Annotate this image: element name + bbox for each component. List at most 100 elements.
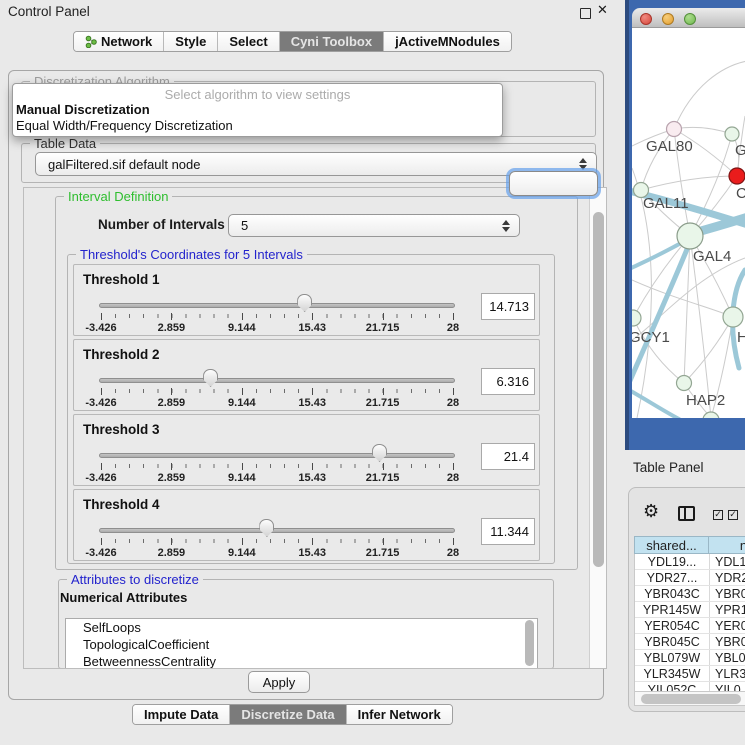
- scrollbar-thumb[interactable]: [593, 212, 604, 567]
- list-item[interactable]: SelfLoops: [66, 619, 537, 636]
- close-panel-icon[interactable]: ✕: [597, 3, 608, 18]
- tick-label: -3.426: [73, 547, 129, 559]
- tab-style[interactable]: Style: [164, 32, 218, 51]
- network-view[interactable]: GAL80 G C GAL11 GAL4 GCY1 H HAP2: [632, 28, 745, 418]
- major-tick: [242, 538, 243, 545]
- major-tick: [312, 313, 313, 320]
- table-row[interactable]: YPR145WYPR1: [635, 602, 745, 618]
- major-tick: [171, 313, 172, 320]
- number-of-intervals-combo[interactable]: 5: [228, 214, 520, 237]
- dropdown-option-equal-width[interactable]: Equal Width/Frequency Discretization: [13, 118, 502, 134]
- table-cell: YER054C: [635, 618, 710, 633]
- network-node-gal80[interactable]: [667, 122, 682, 137]
- gear-icon[interactable]: ⚙: [643, 503, 659, 521]
- list-item[interactable]: TopologicalCoefficient: [66, 636, 537, 653]
- tab-cyni-toolbox[interactable]: Cyni Toolbox: [280, 32, 384, 51]
- tab-impute-data[interactable]: Impute Data: [133, 705, 230, 724]
- network-node-gcy1[interactable]: [632, 310, 641, 326]
- tab-label: Cyni Toolbox: [291, 34, 372, 49]
- network-node-hap2[interactable]: [677, 376, 692, 391]
- network-node-h[interactable]: [723, 307, 743, 327]
- table-row[interactable]: YBR043CYBR0: [635, 586, 745, 602]
- tick-label: 15.43: [284, 472, 340, 484]
- table-cell: YBL079W: [635, 650, 710, 665]
- slider-track[interactable]: [99, 453, 455, 458]
- table-cell: YIL052C: [635, 682, 710, 691]
- table-cell: YDL19...: [635, 554, 710, 569]
- table-row[interactable]: YIL052CYIL0: [635, 682, 745, 691]
- apply-button[interactable]: Apply: [248, 671, 310, 693]
- table-row[interactable]: YER054CYER0: [635, 618, 745, 634]
- list-item[interactable]: BetweennessCentrality: [66, 653, 537, 669]
- table-row[interactable]: YBL079WYBL0: [635, 650, 745, 666]
- group-title: Threshold's Coordinates for 5 Intervals: [76, 247, 307, 262]
- control-panel-titlebar: Control Panel ✕: [0, 0, 612, 24]
- major-tick: [101, 463, 102, 470]
- network-node-gal4[interactable]: [677, 223, 703, 249]
- tab-network[interactable]: Network: [74, 32, 164, 51]
- major-tick: [101, 538, 102, 545]
- table-cell: YBL0: [710, 650, 745, 665]
- major-tick: [312, 538, 313, 545]
- network-node-g[interactable]: [725, 127, 739, 141]
- network-window-titlebar[interactable]: [632, 8, 745, 28]
- tick-label: 9.144: [214, 397, 270, 409]
- column-header-shared[interactable]: shared...: [634, 536, 709, 554]
- list-scrollbar[interactable]: [524, 620, 536, 669]
- tab-label: Select: [229, 34, 267, 49]
- threshold-label: Threshold 2: [83, 347, 160, 362]
- table-row[interactable]: YDL19...YDL1: [635, 554, 745, 570]
- table-cell: YDR27...: [635, 570, 710, 585]
- slider-thumb[interactable]: [297, 294, 312, 312]
- checkbox-icon[interactable]: ✓: [728, 510, 738, 520]
- network-node-partial[interactable]: [703, 412, 719, 418]
- panel-title: Control Panel: [8, 4, 90, 19]
- tab-discretize-data[interactable]: Discretize Data: [230, 705, 346, 724]
- svg-text:GCY1: GCY1: [632, 329, 670, 346]
- table-row[interactable]: YDR27...YDR2: [635, 570, 745, 586]
- slider-thumb[interactable]: [259, 519, 274, 537]
- tab-jactivemnodules[interactable]: jActiveMNodules: [384, 32, 511, 51]
- float-panel-icon[interactable]: [580, 8, 591, 19]
- scrollbar-thumb[interactable]: [641, 694, 741, 704]
- threshold-label: Threshold 3: [83, 422, 160, 437]
- column-header-name[interactable]: n: [709, 536, 745, 554]
- zoom-window-icon[interactable]: [684, 13, 696, 25]
- table-h-scrollbar[interactable]: [634, 691, 745, 706]
- minimize-window-icon[interactable]: [662, 13, 674, 25]
- slider-thumb[interactable]: [203, 369, 218, 387]
- dropdown-option-manual[interactable]: Manual Discretization: [13, 102, 502, 118]
- threshold-value-field[interactable]: [481, 443, 535, 470]
- table-row[interactable]: YLR345WYLR3: [635, 666, 745, 682]
- tab-select[interactable]: Select: [218, 32, 279, 51]
- control-panel-tabs: Network Style Select Cyni Toolbox jActiv…: [73, 31, 512, 52]
- slider-track[interactable]: [99, 378, 455, 383]
- major-tick: [383, 538, 384, 545]
- tick-label: 21.715: [355, 547, 411, 559]
- tab-label: Discretize Data: [241, 707, 334, 722]
- table-row[interactable]: YBR045CYBR0: [635, 634, 745, 650]
- checkbox-icon[interactable]: ✓: [713, 510, 723, 520]
- tick-label: 28: [425, 397, 481, 409]
- group-title: Table Data: [30, 136, 100, 151]
- threshold-value-field[interactable]: [481, 518, 535, 545]
- table-cell: YLR345W: [635, 666, 710, 681]
- tab-infer-network[interactable]: Infer Network: [347, 705, 452, 724]
- tick-label: 15.43: [284, 397, 340, 409]
- slider-track[interactable]: [99, 528, 455, 533]
- network-node-red-selected[interactable]: [729, 168, 745, 184]
- slider-scale: -3.4262.8599.14415.4321.71528: [101, 389, 454, 409]
- threshold-value-field[interactable]: [481, 368, 535, 395]
- columns-icon[interactable]: [678, 506, 695, 521]
- table-panel-title: Table Panel: [633, 460, 704, 475]
- threshold-value-field[interactable]: [481, 293, 535, 320]
- slider-track[interactable]: [99, 303, 455, 308]
- tick-label: 15.43: [284, 547, 340, 559]
- settings-scrollbar[interactable]: [589, 188, 606, 668]
- tick-label: -3.426: [73, 322, 129, 334]
- major-tick: [453, 388, 454, 395]
- close-window-icon[interactable]: [640, 13, 652, 25]
- algorithm-combo[interactable]: [509, 171, 598, 196]
- slider-thumb[interactable]: [372, 444, 387, 462]
- svg-text:C: C: [736, 185, 745, 202]
